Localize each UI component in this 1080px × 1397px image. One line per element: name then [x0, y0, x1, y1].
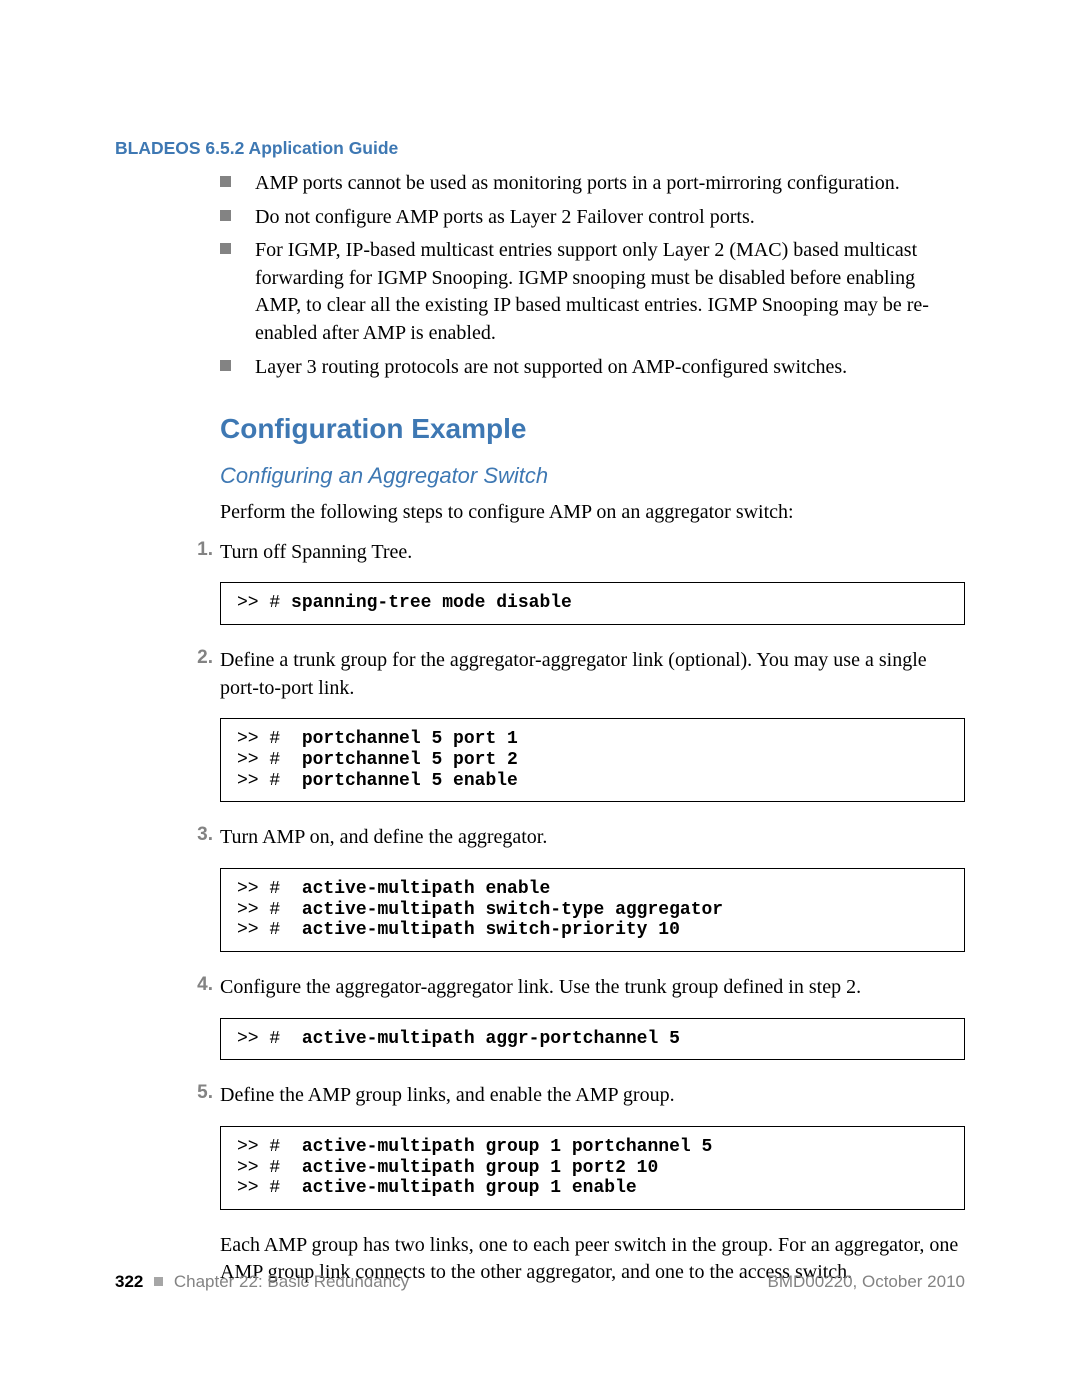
code-prompt: >> # — [237, 879, 291, 899]
code-prompt: >> # — [237, 1137, 291, 1157]
code-command: active-multipath aggr-portchannel 5 — [302, 1029, 680, 1049]
footer-left: 322 Chapter 22: Basic Redundancy — [115, 1272, 409, 1292]
code-command: active-multipath group 1 enable — [302, 1178, 637, 1198]
list-item: Do not configure AMP ports as Layer 2 Fa… — [220, 204, 965, 232]
step-number: 3. — [183, 824, 213, 846]
bullet-square-icon — [220, 210, 231, 221]
subsection-heading: Configuring an Aggregator Switch — [220, 463, 965, 489]
footer-square-icon — [154, 1277, 163, 1286]
step-item: 5. Define the AMP group links, and enabl… — [220, 1082, 965, 1110]
step-text: Define the AMP group links, and enable t… — [220, 1084, 675, 1106]
code-prompt: >> # — [237, 1158, 291, 1178]
list-item: Layer 3 routing protocols are not suppor… — [220, 354, 965, 382]
step-item: 1. Turn off Spanning Tree. — [220, 539, 965, 567]
list-item-text: AMP ports cannot be used as monitoring p… — [255, 172, 900, 194]
code-prompt: >> # — [237, 1029, 291, 1049]
code-block: >> # active-multipath group 1 portchanne… — [220, 1126, 965, 1210]
code-command: active-multipath switch-type aggregator — [302, 900, 723, 920]
list-item-text: Layer 3 routing protocols are not suppor… — [255, 356, 847, 378]
code-command: active-multipath enable — [302, 879, 550, 899]
list-item: AMP ports cannot be used as monitoring p… — [220, 170, 965, 198]
code-command: active-multipath group 1 port2 10 — [302, 1158, 658, 1178]
page-body: AMP ports cannot be used as monitoring p… — [220, 170, 965, 1299]
step-item: 3. Turn AMP on, and define the aggregato… — [220, 824, 965, 852]
step-item: 2. Define a trunk group for the aggregat… — [220, 647, 965, 702]
code-prompt: >> # — [237, 750, 291, 770]
code-block: >> # active-multipath enable >> # active… — [220, 868, 965, 952]
code-block: >> # active-multipath aggr-portchannel 5 — [220, 1018, 965, 1061]
footer-chapter: Chapter 22: Basic Redundancy — [174, 1272, 409, 1291]
list-item: For IGMP, IP-based multicast entries sup… — [220, 237, 965, 347]
step-number: 1. — [183, 539, 213, 561]
page-number: 322 — [115, 1272, 143, 1291]
step-number: 4. — [183, 974, 213, 996]
code-prompt: >> # — [237, 771, 291, 791]
list-item-text: Do not configure AMP ports as Layer 2 Fa… — [255, 206, 755, 228]
code-prompt: >> # — [237, 1178, 291, 1198]
code-prompt: >> # — [237, 729, 291, 749]
code-command: active-multipath switch-priority 10 — [302, 920, 680, 940]
bullet-square-icon — [220, 176, 231, 187]
code-command: portchannel 5 enable — [302, 771, 518, 791]
code-block: >> # spanning-tree mode disable — [220, 582, 965, 625]
list-item-text: For IGMP, IP-based multicast entries sup… — [255, 239, 929, 344]
code-prompt: >> # — [237, 593, 291, 613]
code-block: >> # portchannel 5 port 1 >> # portchann… — [220, 718, 965, 802]
code-command: active-multipath group 1 portchannel 5 — [302, 1137, 712, 1157]
footer-right: BMD00220, October 2010 — [767, 1272, 965, 1292]
bullet-square-icon — [220, 360, 231, 371]
bullet-square-icon — [220, 243, 231, 254]
step-text: Turn off Spanning Tree. — [220, 541, 412, 563]
code-command: portchannel 5 port 1 — [302, 729, 518, 749]
step-text: Configure the aggregator-aggregator link… — [220, 976, 861, 998]
code-command: spanning-tree mode disable — [291, 593, 572, 613]
step-number: 5. — [183, 1082, 213, 1104]
intro-paragraph: Perform the following steps to configure… — [220, 499, 965, 527]
section-heading: Configuration Example — [220, 413, 965, 445]
step-item: 4. Configure the aggregator-aggregator l… — [220, 974, 965, 1002]
code-prompt: >> # — [237, 900, 291, 920]
step-number: 2. — [183, 647, 213, 669]
bullet-list: AMP ports cannot be used as monitoring p… — [220, 170, 965, 381]
page-footer: 322 Chapter 22: Basic Redundancy BMD0022… — [115, 1272, 965, 1292]
code-command: portchannel 5 port 2 — [302, 750, 518, 770]
step-text: Turn AMP on, and define the aggregator. — [220, 826, 547, 848]
code-prompt: >> # — [237, 920, 291, 940]
running-header: BLADEOS 6.5.2 Application Guide — [115, 138, 965, 159]
step-text: Define a trunk group for the aggregator-… — [220, 649, 927, 699]
